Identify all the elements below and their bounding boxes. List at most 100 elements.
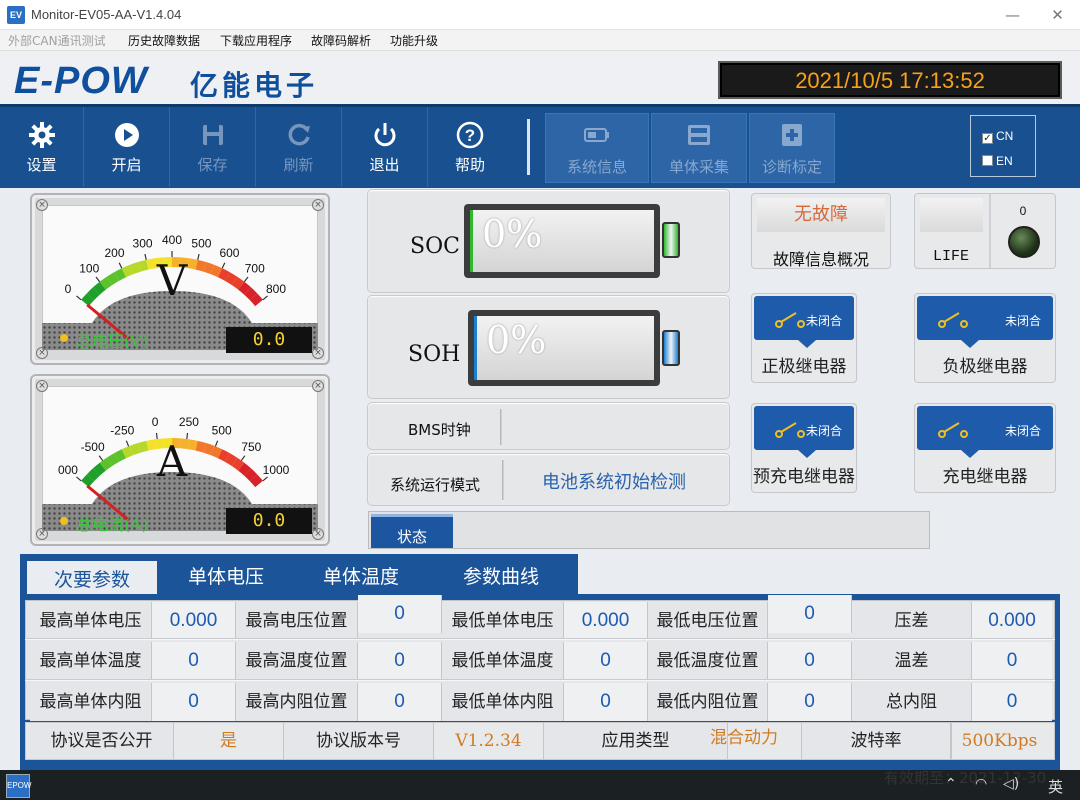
current-value: 0.0 bbox=[226, 508, 312, 534]
power-icon bbox=[371, 121, 399, 149]
run-mode-label: 系统运行模式 bbox=[390, 476, 481, 494]
fault-indicator: 无故障 故障信息概况 bbox=[751, 193, 891, 269]
soh-fill bbox=[474, 316, 477, 380]
settings-label: 设置 bbox=[26, 156, 57, 174]
gauge-tick-label: 000 bbox=[58, 463, 78, 477]
exit-button[interactable]: 退出 bbox=[342, 107, 428, 187]
soh-percent: 0% bbox=[486, 318, 547, 362]
chevron-up-icon[interactable]: ⌃ bbox=[945, 776, 957, 792]
param-label: 温差 bbox=[852, 642, 972, 680]
help-button[interactable]: ? 帮助 bbox=[428, 107, 512, 187]
gauge-tick bbox=[95, 276, 101, 283]
toolbar: 设置 开启 保存 刷新 退出 ? 帮助 系统信息 单体采集 诊断标定 ✓ CN … bbox=[0, 104, 1080, 188]
tab-param-curve[interactable]: 参数曲线 bbox=[445, 558, 557, 596]
settings-button[interactable]: 设置 bbox=[0, 107, 84, 187]
view-diagnose[interactable]: 诊断标定 bbox=[749, 113, 835, 183]
gauge-tick-label: 500 bbox=[191, 236, 211, 250]
switch-icon bbox=[775, 312, 805, 328]
run-mode-value: 电池系统初始检测 bbox=[542, 472, 686, 493]
param-label: 最高内阻位置 bbox=[236, 683, 358, 721]
gauge-tick-label: 0 bbox=[152, 415, 159, 429]
gauge-tick bbox=[98, 455, 104, 461]
checkbox-en[interactable] bbox=[982, 155, 993, 166]
param-value: 0 bbox=[768, 683, 852, 721]
param-value: 0.000 bbox=[972, 602, 1052, 640]
volume-icon[interactable]: ◁) bbox=[1003, 776, 1019, 792]
view-cell-collect[interactable]: 单体采集 bbox=[651, 113, 747, 183]
param-value: 0.000 bbox=[152, 602, 236, 640]
current-label: 总电流(A) bbox=[76, 515, 149, 534]
lang-cn-option[interactable]: ✓ CN bbox=[982, 129, 1013, 144]
view-system-info-label: 系统信息 bbox=[566, 158, 627, 176]
protocol-label: 协议是否公开 bbox=[30, 723, 174, 759]
menu-fault-code[interactable]: 故障码解析 bbox=[311, 32, 371, 49]
checkbox-cn[interactable]: ✓ bbox=[982, 133, 993, 144]
param-tabs: 次要参数 单体电压 单体温度 参数曲线 bbox=[20, 554, 578, 596]
view-system-info[interactable]: 系统信息 bbox=[545, 113, 649, 183]
life-led bbox=[1008, 226, 1040, 258]
save-button[interactable]: 保存 bbox=[170, 107, 256, 187]
status-tab[interactable]: 状态 bbox=[371, 514, 453, 548]
gauge-tick bbox=[262, 476, 268, 482]
menu-download-app[interactable]: 下载应用程序 bbox=[220, 32, 292, 49]
switch-icon bbox=[775, 422, 805, 438]
soh-battery: 0% bbox=[468, 310, 660, 386]
soc-battery-cap bbox=[662, 222, 680, 258]
lang-en-option[interactable]: EN bbox=[982, 154, 1013, 168]
gauge-tick bbox=[221, 262, 226, 269]
gauge-unit-symbol: V bbox=[156, 256, 188, 305]
row-divider bbox=[502, 460, 504, 500]
save-icon bbox=[199, 121, 227, 149]
minimize-button[interactable]: — bbox=[990, 0, 1035, 30]
refresh-button[interactable]: 刷新 bbox=[256, 107, 342, 187]
gauge-tick-label: 300 bbox=[133, 236, 153, 250]
relay-name: 负极继电器 bbox=[942, 357, 1028, 377]
tab-cell-voltage[interactable]: 单体电压 bbox=[170, 558, 282, 596]
param-value: 0.000 bbox=[564, 602, 648, 640]
menu-upgrade[interactable]: 功能升级 bbox=[390, 32, 438, 49]
gauge-tick bbox=[144, 253, 147, 260]
gauge-tick-label: -500 bbox=[81, 440, 105, 454]
protocol-value: V1.2.34 bbox=[434, 723, 544, 759]
brand-logo: E-POW bbox=[14, 60, 148, 102]
protocol-label: 应用类型 bbox=[544, 723, 728, 759]
protocol-value: 混合动力 bbox=[710, 728, 778, 748]
param-label: 最高电压位置 bbox=[236, 602, 358, 640]
life-label: LIFE bbox=[932, 248, 969, 265]
gauge-tick bbox=[125, 440, 130, 447]
voltage-label: 总电压(V) bbox=[76, 332, 149, 351]
voltage-gauge: × × × × 0 100 200 300 400 500 600 700 800 V 总电压(V… bbox=[30, 193, 330, 365]
soc-battery: 0% bbox=[464, 204, 660, 278]
relay-head: 未闭合 bbox=[917, 406, 1053, 458]
start-button[interactable]: 开启 bbox=[84, 107, 170, 187]
menu-history-fault[interactable]: 历史故障数据 bbox=[128, 32, 200, 49]
gauge-tick-label: 800 bbox=[266, 282, 286, 296]
param-label: 压差 bbox=[852, 602, 972, 640]
gauge-tick bbox=[262, 295, 268, 301]
fault-label: 故障信息概况 bbox=[772, 250, 869, 269]
view-diagnose-label: 诊断标定 bbox=[761, 158, 822, 176]
brand-name: 亿能电子 bbox=[190, 69, 319, 102]
clock-display: 2021/10/5 17:13:52 bbox=[718, 61, 1062, 99]
status-bar: 状态 bbox=[368, 511, 930, 549]
ime-indicator[interactable]: 英 bbox=[1048, 776, 1063, 797]
protocol-label: 协议版本号 bbox=[284, 723, 434, 759]
soc-percent: 0% bbox=[482, 212, 543, 256]
param-value: 0 bbox=[358, 683, 442, 721]
gauge-tick-label: 1000 bbox=[263, 463, 290, 477]
taskbar-app-icon[interactable]: EPOW bbox=[6, 774, 31, 798]
soc-panel: SOC 0% bbox=[367, 189, 730, 293]
menu-can-test[interactable]: 外部CAN通讯测试 bbox=[8, 32, 106, 49]
wifi-icon[interactable]: ◠ bbox=[975, 776, 987, 792]
param-value: 0 bbox=[564, 683, 648, 721]
tab-secondary-params[interactable]: 次要参数 bbox=[26, 560, 158, 596]
param-value: 0 bbox=[768, 642, 852, 680]
tab-cell-temperature[interactable]: 单体温度 bbox=[305, 558, 417, 596]
run-mode-row: 系统运行模式 电池系统初始检测 bbox=[367, 453, 730, 506]
gauge-tick bbox=[240, 455, 246, 461]
switch-icon bbox=[938, 422, 968, 438]
switch-icon bbox=[938, 312, 968, 328]
param-label: 最低温度位置 bbox=[648, 642, 768, 680]
battery-icon bbox=[584, 124, 610, 146]
close-button[interactable]: ✕ bbox=[1035, 0, 1080, 30]
